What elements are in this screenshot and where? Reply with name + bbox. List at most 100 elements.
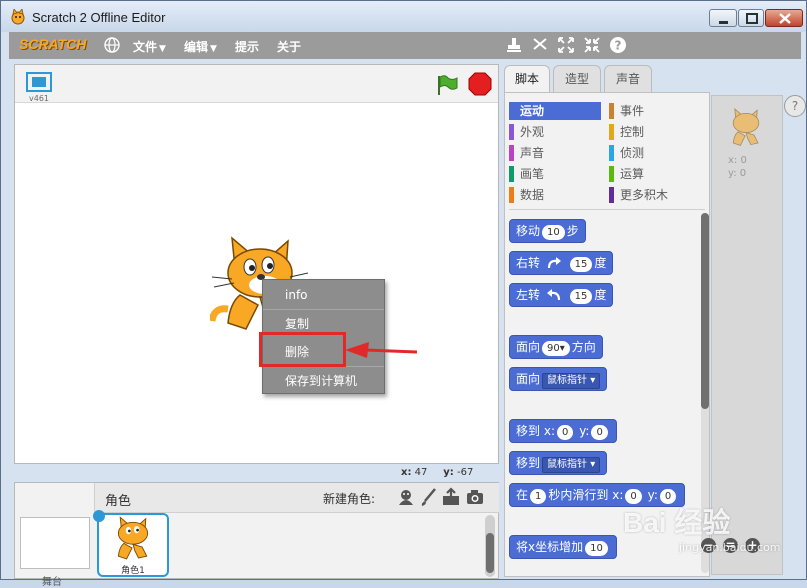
help-button[interactable]: ? [784, 95, 806, 117]
grow-icon[interactable] [557, 36, 575, 54]
block-move-steps[interactable]: 移动 10 步 [509, 219, 586, 243]
sprite-y: y: 0 [728, 168, 747, 179]
close-button[interactable] [765, 9, 803, 27]
paint-brush-icon[interactable] [419, 487, 439, 507]
block-label: 面向 [516, 340, 541, 354]
category-label: 画笔 [520, 167, 545, 181]
green-flag-icon[interactable] [435, 73, 459, 97]
tab-scripts[interactable]: 脚本 [504, 65, 550, 93]
category-color-swatch [609, 145, 614, 161]
block-point-in-direction[interactable]: 面向 90▾ 方向 [509, 335, 603, 359]
degrees-input[interactable]: 15 [569, 289, 593, 304]
menu-edit[interactable]: 编辑 ▼ [184, 38, 217, 55]
direction-input[interactable]: 90▾ [542, 341, 570, 356]
category-divider [509, 209, 705, 210]
watermark-brand: Bai 经验 [623, 507, 731, 538]
menu-file[interactable]: 文件 ▼ [133, 38, 166, 55]
x-change-input[interactable]: 10 [585, 541, 608, 556]
dropdown-value: 鼠标指针 [547, 375, 588, 386]
degrees-input[interactable]: 15 [569, 257, 593, 272]
chevron-down-icon: ▼ [159, 44, 166, 54]
upload-sprite-icon[interactable] [441, 487, 461, 507]
shrink-icon[interactable] [583, 36, 601, 54]
tab-sounds[interactable]: 声音 [604, 65, 652, 92]
tab-costumes[interactable]: 造型 [553, 65, 601, 92]
block-prefix: 在 [516, 488, 529, 502]
menu-edit-label: 编辑 [184, 40, 209, 54]
block-change-x[interactable]: 将x坐标增加 10 [509, 535, 617, 559]
close-icon [779, 13, 791, 24]
target-dropdown[interactable]: 鼠标指针 ▾ [542, 457, 601, 473]
svg-text:?: ? [615, 39, 622, 53]
stage-label: 舞台 [42, 577, 62, 588]
scratch-logo[interactable]: SCRATCH [19, 36, 86, 52]
camera-icon[interactable] [465, 487, 485, 507]
steps-input[interactable]: 10 [542, 225, 565, 240]
category-label: 外观 [520, 125, 545, 139]
category-item[interactable]: 侦测 [609, 144, 701, 162]
coord-y-label: y: [443, 467, 454, 478]
sprite-position-readout: x: 0 y: 0 [728, 154, 747, 180]
category-label: 声音 [520, 146, 545, 160]
category-item[interactable]: 画笔 [509, 165, 601, 183]
menu-tips[interactable]: 提示 [235, 38, 259, 55]
menu-about[interactable]: 关于 [277, 38, 301, 55]
block-point-towards[interactable]: 面向 鼠标指针 ▾ [509, 367, 608, 391]
category-item[interactable]: 控制 [609, 123, 701, 141]
sprites-scrollbar[interactable] [485, 515, 495, 577]
block-label: 将x坐标增加 [516, 540, 584, 554]
category-label: 侦测 [620, 146, 645, 160]
category-item[interactable]: 运算 [609, 165, 701, 183]
duplicate-stamp-icon[interactable] [505, 36, 523, 54]
context-item-info[interactable]: info [263, 281, 384, 309]
category-label: 数据 [520, 188, 545, 202]
block-help-icon[interactable]: ? [609, 36, 627, 54]
presentation-mode-icon[interactable] [26, 72, 52, 92]
choose-sprite-from-library-icon[interactable] [396, 487, 416, 507]
sprite-info-icon[interactable] [93, 510, 105, 522]
stage[interactable]: v461 [14, 64, 499, 464]
category-item[interactable]: 外观 [509, 123, 601, 141]
seconds-input[interactable]: 1 [530, 489, 547, 504]
y-input[interactable]: 0 [591, 425, 608, 440]
category-color-swatch [609, 166, 614, 182]
category-color-swatch [509, 166, 514, 182]
rotate-counterclockwise-icon [546, 288, 560, 300]
maximize-icon [746, 13, 758, 24]
stage-thumbnail-header [15, 483, 95, 513]
category-label: 事件 [620, 104, 645, 118]
category-item[interactable]: 声音 [509, 144, 601, 162]
scrollbar-thumb[interactable] [701, 213, 709, 409]
minimize-button[interactable] [709, 9, 737, 27]
context-item-save-to-computer[interactable]: 保存到计算机 [263, 367, 384, 395]
category-item[interactable]: 数据 [509, 186, 601, 204]
current-sprite-thumbnail [732, 108, 760, 146]
maximize-button[interactable] [738, 9, 764, 27]
block-turn-left[interactable]: 左转 15 度 [509, 283, 614, 307]
block-suffix: 方向 [571, 340, 596, 354]
stage-header: v461 [15, 65, 498, 103]
sprite-tile-selected[interactable]: 角色1 [97, 513, 169, 577]
scrollbar-thumb[interactable] [486, 533, 494, 573]
stage-thumbnail[interactable] [20, 517, 90, 569]
category-color-swatch [609, 124, 614, 140]
block-go-to-xy[interactable]: 移到 x: 0 y: 0 [509, 419, 617, 443]
block-suffix: 度 [594, 256, 607, 270]
category-item[interactable]: 事件 [609, 102, 701, 120]
block-label: 左转 [516, 288, 541, 302]
category-color-swatch [509, 103, 514, 119]
block-turn-right[interactable]: 右转 15 度 [509, 251, 614, 275]
globe-icon[interactable] [103, 36, 121, 54]
x-input[interactable]: 0 [557, 425, 574, 440]
window-title: Scratch 2 Offline Editor [32, 10, 166, 25]
block-suffix: 步 [566, 224, 579, 238]
stop-sign-icon[interactable] [468, 72, 492, 96]
cut-scissors-icon[interactable] [531, 36, 549, 54]
category-item[interactable]: 运动 [509, 102, 601, 120]
block-go-to[interactable]: 移到 鼠标指针 ▾ [509, 451, 608, 475]
category-color-swatch [509, 145, 514, 161]
block-label: 右转 [516, 256, 541, 270]
app-window: Scratch 2 Offline Editor SCRATCH 文件 ▼ 编辑 ▼… [0, 0, 807, 588]
target-dropdown[interactable]: 鼠标指针 ▾ [542, 373, 601, 389]
category-item[interactable]: 更多积木 [609, 186, 701, 204]
